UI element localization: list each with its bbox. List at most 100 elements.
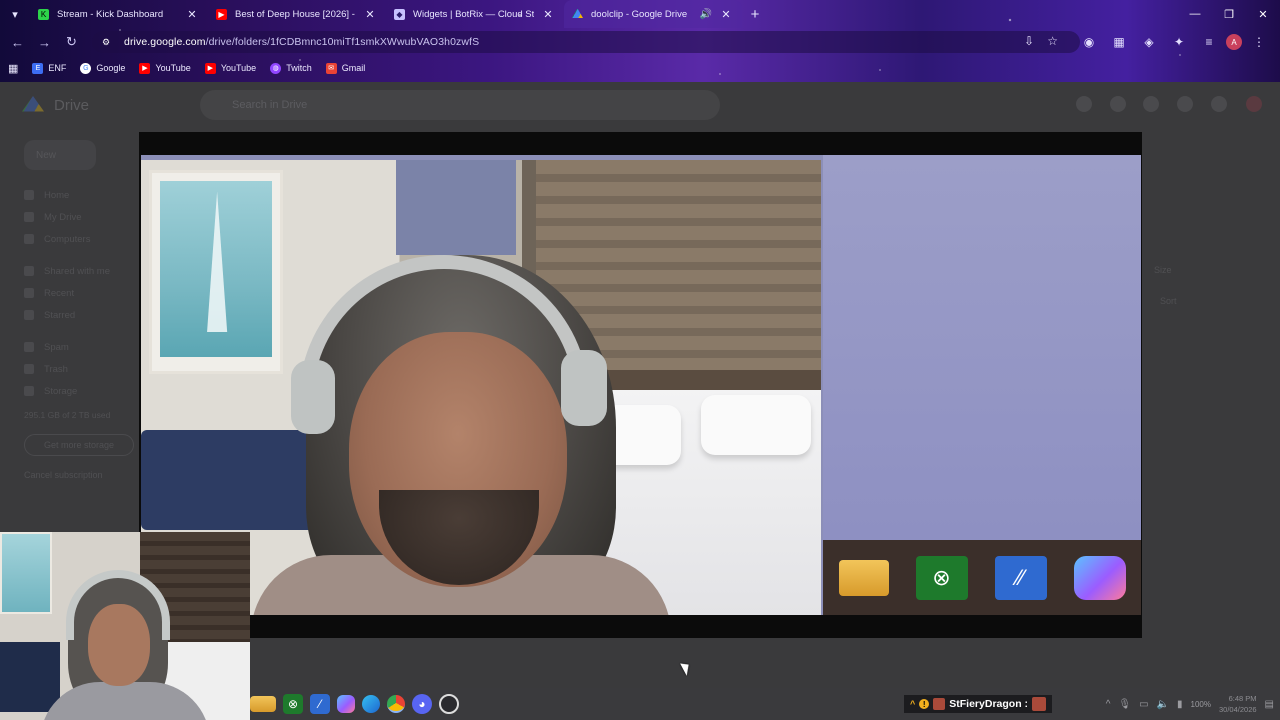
bookmark-youtube[interactable]: ▶ YouTube: [139, 62, 191, 74]
speaker-icon[interactable]: 🔊: [700, 9, 712, 20]
close-tab-icon[interactable]: ✕: [186, 8, 198, 21]
bookmark-enf[interactable]: E ENF: [32, 62, 67, 74]
drive-logo-icon: [22, 96, 44, 112]
apps-icon[interactable]: [1211, 96, 1227, 112]
account-avatar[interactable]: [1246, 96, 1262, 112]
nav-label: My Drive: [44, 211, 82, 223]
url-path: /drive/folders/1fCDBmnc10miTf1smkXWwubVA…: [205, 36, 480, 48]
file-explorer-icon: [838, 559, 889, 596]
edge-icon[interactable]: [362, 695, 380, 713]
support-icon[interactable]: [1110, 96, 1126, 112]
bookmarks-bar: ▦ E ENF G Google ▶ YouTube ▶ YouTube ◍ Twitch…: [0, 56, 1280, 80]
nav-my-drive[interactable]: My Drive: [24, 206, 134, 228]
close-tab-icon[interactable]: ✕: [364, 8, 376, 21]
bookmark-label: YouTube: [155, 63, 191, 73]
tab-search-menu-icon[interactable]: ▾: [0, 0, 30, 28]
apps-grid-icon[interactable]: ▦: [8, 62, 18, 75]
people-icon: [24, 266, 34, 276]
bookmark-label: ENF: [48, 63, 67, 73]
webcam-feed: [0, 532, 250, 720]
help-icon[interactable]: [1076, 96, 1092, 112]
bookmark-star-icon[interactable]: ☆: [1047, 34, 1058, 48]
close-tab-icon[interactable]: ✕: [542, 8, 554, 21]
nav-label: Home: [44, 189, 70, 201]
window: [396, 160, 516, 255]
trash-icon: [24, 364, 34, 374]
motion-app-icon: ⁄⁄: [994, 555, 1047, 600]
headphone-cup-left: [291, 360, 335, 434]
alert-chevron-icon: ^: [910, 699, 916, 709]
system-tray: ^ 🎙 ▭ 🔈 ▮ 100% 6:48 PM 30/04/2026 ▤: [1106, 688, 1274, 720]
video-frame[interactable]: ⊗ ⁄⁄: [141, 155, 1141, 615]
tab-kick-dashboard[interactable]: K Stream - Kick Dashboard ✕: [30, 0, 208, 28]
drive-search-input[interactable]: Search in Drive: [200, 90, 720, 120]
discord-icon[interactable]: ◕: [412, 694, 432, 714]
nav-starred[interactable]: Starred: [24, 304, 134, 326]
alert-username: StFieryDragon :: [949, 698, 1029, 710]
display-icon[interactable]: ▭: [1139, 699, 1148, 710]
size-column-label: Size: [1154, 265, 1172, 275]
webcam-sofa: [0, 642, 60, 712]
gemini-icon[interactable]: [1177, 96, 1193, 112]
nav-label: Spam: [44, 341, 69, 353]
tab-title: Best of Deep House [2026] - Ch: [235, 8, 356, 20]
clock[interactable]: 6:48 PM 30/04/2026: [1219, 693, 1257, 715]
bookmark-label: Gmail: [341, 63, 366, 73]
new-button[interactable]: New: [24, 140, 96, 170]
twitch-icon: ◍: [270, 62, 282, 74]
bookmark-twitch[interactable]: ◍ Twitch: [270, 62, 312, 74]
xbox-icon[interactable]: ⊗: [283, 694, 303, 714]
battery-icon[interactable]: ▮: [1177, 699, 1183, 710]
site-info-icon[interactable]: ⚙: [98, 34, 114, 50]
drive-folder-icon: [24, 212, 34, 222]
nav-home[interactable]: Home: [24, 184, 134, 206]
microphone-icon[interactable]: 🎙: [1118, 699, 1131, 710]
tab-title: Stream - Kick Dashboard: [57, 8, 164, 20]
settings-icon[interactable]: [1143, 96, 1159, 112]
chevron-up-icon[interactable]: ^: [1106, 699, 1111, 710]
install-app-icon[interactable]: ⇩: [1024, 34, 1034, 48]
get-storage-button[interactable]: Get more storage: [24, 434, 134, 456]
bookmark-gmail[interactable]: ✉ Gmail: [325, 62, 366, 74]
address-bar[interactable]: ⚙ drive.google.com/drive/folders/1fCDBmn…: [92, 31, 1080, 53]
clock-date: 30/04/2026: [1219, 705, 1257, 714]
browser-chrome: ▾ K Stream - Kick Dashboard ✕ ▶ Best of …: [0, 0, 1280, 82]
notification-icon[interactable]: ▤: [1265, 699, 1274, 710]
star-icon: [24, 310, 34, 320]
close-tab-icon[interactable]: ✕: [720, 8, 732, 21]
obs-icon[interactable]: [439, 694, 459, 714]
nav-label: Shared with me: [44, 265, 111, 277]
reload-icon[interactable]: ↻: [58, 28, 85, 56]
volume-icon[interactable]: 🔈: [1157, 699, 1169, 710]
chrome-icon[interactable]: [387, 695, 405, 713]
tab-botrix-widgets[interactable]: ◆ Widgets | BotRix — Cloud Stre ✕: [386, 0, 564, 28]
forward-icon[interactable]: →: [31, 28, 58, 56]
tab-title: doolclip - Google Drive: [591, 8, 688, 20]
bookmark-google[interactable]: G Google: [80, 62, 125, 74]
nav-recent[interactable]: Recent: [24, 282, 134, 304]
copilot-icon[interactable]: [337, 695, 355, 713]
storage-usage: 295.1 GB of 2 TB used: [24, 410, 111, 420]
motion-app-icon[interactable]: ⁄: [310, 694, 330, 714]
nav-computers[interactable]: Computers: [24, 228, 134, 250]
kick-icon: K: [38, 8, 49, 20]
video-preview-overlay[interactable]: ⊗ ⁄⁄: [139, 132, 1142, 638]
new-tab-button[interactable]: +: [742, 0, 768, 28]
bookmark-youtube-2[interactable]: ▶ YouTube: [204, 62, 256, 74]
tab-deep-house[interactable]: ▶ Best of Deep House [2026] - Ch ✕: [208, 0, 386, 28]
nav-shared[interactable]: Shared with me: [24, 260, 134, 282]
clock-icon: [24, 288, 34, 298]
nav-label: Recent: [44, 287, 75, 299]
nav-spam[interactable]: Spam: [24, 336, 134, 358]
bookmark-label: Twitch: [286, 63, 312, 73]
cancel-subscription-link[interactable]: Cancel subscription: [24, 470, 134, 480]
clock-time: 6:48 PM: [1228, 694, 1257, 703]
stream-alert: ^ ! StFieryDragon :: [904, 695, 1053, 713]
youtube-icon: ▶: [216, 8, 227, 20]
nav-trash[interactable]: Trash: [24, 358, 134, 380]
tab-google-drive[interactable]: doolclip - Google Drive 🔊 ✕: [564, 0, 742, 28]
sort-label: Sort: [1160, 296, 1177, 306]
file-explorer-icon[interactable]: [250, 696, 276, 712]
back-icon[interactable]: ←: [4, 28, 31, 56]
nav-storage[interactable]: Storage: [24, 380, 134, 402]
